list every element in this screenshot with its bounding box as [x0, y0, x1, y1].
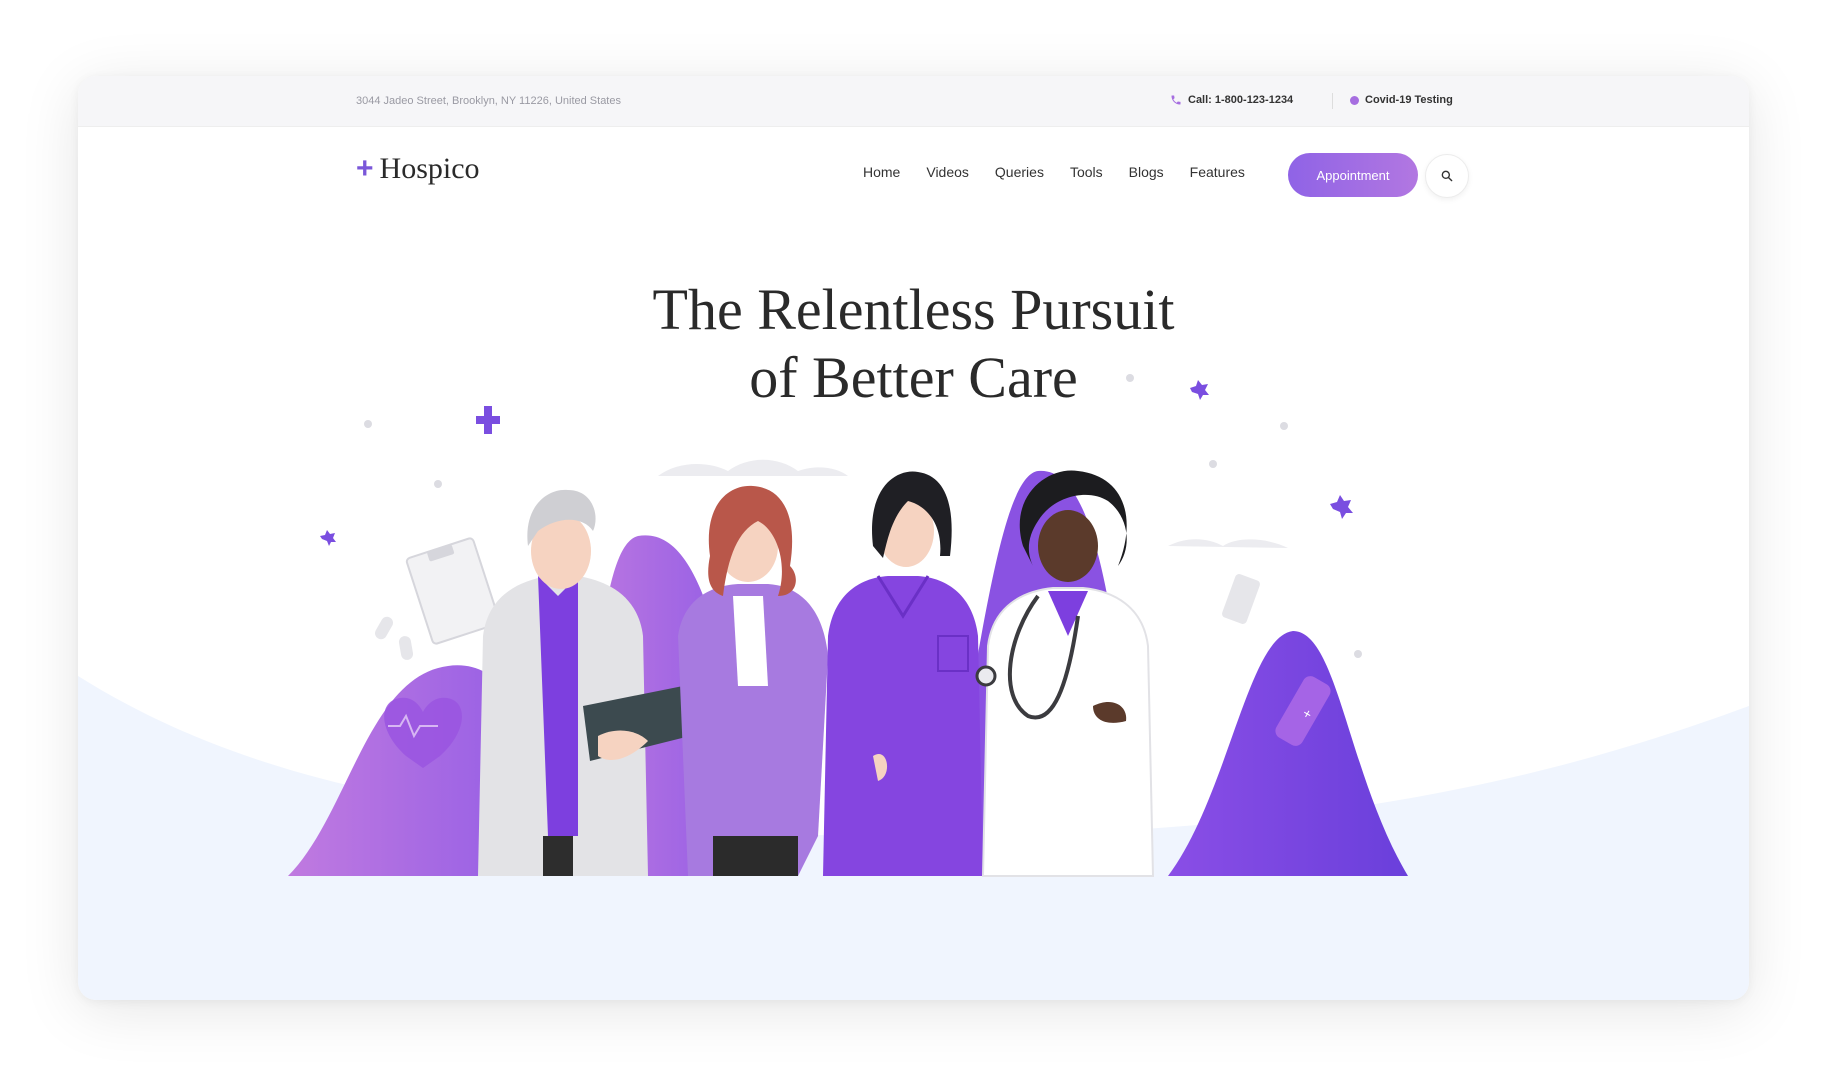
browser-frame: 3044 Jadeo Street, Brooklyn, NY 11226, U…: [78, 76, 1749, 1000]
doctor-figure-2: [678, 485, 828, 876]
doctor-figure-3: [823, 471, 983, 876]
doctor-figure-4: [975, 470, 1155, 877]
sparkle-decoration: [320, 380, 1353, 546]
purple-blob-right: [1168, 631, 1408, 876]
hero-illustration: +: [288, 374, 1408, 877]
